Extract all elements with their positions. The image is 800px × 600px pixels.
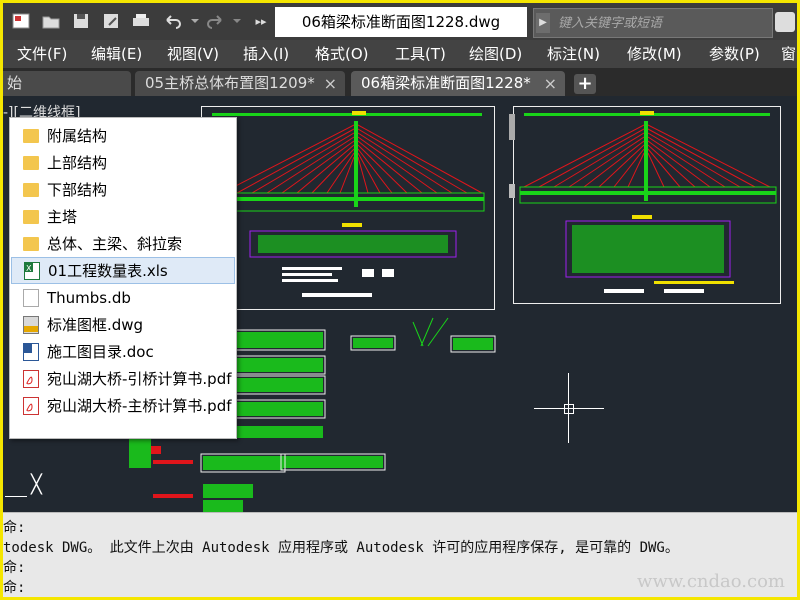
binoculars-icon[interactable]	[775, 12, 795, 32]
menu-insert[interactable]: 插入(I)	[243, 40, 289, 68]
command-line: todesk DWG。 此文件上次由 Autodesk 应用程序或 Autode…	[3, 540, 679, 556]
search-input[interactable]	[554, 9, 772, 37]
file-name: 上部结构	[47, 154, 108, 172]
file-name: 主塔	[47, 208, 78, 226]
command-line: 命:	[3, 580, 26, 596]
file-name: 01工程数量表.xls	[48, 262, 168, 280]
menu-file[interactable]: 文件(F)	[17, 40, 67, 68]
folder-icon	[23, 236, 39, 251]
list-item[interactable]: 主塔	[11, 203, 235, 230]
command-line: 命:	[3, 560, 26, 576]
tab-label: 06箱梁标准断面图1228*	[361, 74, 531, 92]
file-name: 施工图目录.doc	[47, 343, 154, 361]
app-menu-icon[interactable]	[9, 9, 33, 33]
command-history: 命: todesk DWG。 此文件上次由 Autodesk 应用程序或 Aut…	[3, 512, 797, 597]
excel-file-icon: X	[24, 261, 40, 280]
menu-dimension[interactable]: 标注(N)	[547, 40, 600, 68]
list-item[interactable]: 上部结构	[11, 149, 235, 176]
menu-draw[interactable]: 绘图(D)	[469, 40, 522, 68]
tab-label: 05主桥总体布置图1209*	[145, 74, 315, 92]
print-icon[interactable]	[129, 9, 153, 33]
ucs-icon: ╳	[31, 474, 42, 495]
drawing-scroll-handle[interactable]	[509, 184, 515, 198]
list-item[interactable]: 下部结构	[11, 176, 235, 203]
file-list-popup: 附属结构 上部结构 下部结构 主塔 总体、主梁、斜拉索 X 01工程数量表.xl…	[9, 117, 237, 439]
search-box: ▶	[533, 8, 773, 38]
list-item[interactable]: 标准图框.dwg	[11, 311, 235, 338]
dwg-file-icon	[23, 315, 39, 334]
menu-parametric[interactable]: 参数(P)	[709, 40, 760, 68]
folder-icon	[23, 128, 39, 143]
autocad-window: ▸▸ 06箱梁标准断面图1228.dwg ▶ 文件(F) 编辑(E) 视图(V)…	[3, 3, 797, 597]
list-item[interactable]: X 01工程数量表.xls	[11, 257, 235, 284]
crosshair-pickbox	[564, 404, 574, 414]
command-line: 命:	[3, 520, 26, 536]
generic-file-icon	[23, 288, 39, 307]
open-icon[interactable]	[39, 9, 63, 33]
list-item[interactable]: 宛山湖大桥-主桥计算书.pdf	[11, 392, 235, 419]
cable-stayed-bridge-drawing	[519, 111, 777, 293]
search-expand-icon[interactable]: ▶	[536, 13, 550, 33]
menu-window[interactable]: 窗	[781, 40, 796, 68]
undo-icon[interactable]	[161, 9, 185, 33]
menu-view[interactable]: 视图(V)	[167, 40, 219, 68]
redo-icon[interactable]	[203, 9, 227, 33]
svg-text:X: X	[26, 264, 32, 273]
qa-more-icon[interactable]: ▸▸	[249, 9, 273, 33]
menu-bar: 文件(F) 编辑(E) 视图(V) 插入(I) 格式(O) 工具(T) 绘图(D…	[3, 40, 797, 69]
save-icon[interactable]	[69, 9, 93, 33]
word-file-icon	[23, 342, 39, 361]
file-name: 总体、主梁、斜拉索	[47, 235, 183, 253]
file-tab-bar: 始 05主桥总体布置图1209* × 06箱梁标准断面图1228* × +	[3, 68, 797, 96]
close-icon[interactable]: ×	[544, 71, 557, 96]
list-item[interactable]: Thumbs.db	[11, 284, 235, 311]
save-as-icon[interactable]	[99, 9, 123, 33]
file-name: 宛山湖大桥-引桥计算书.pdf	[47, 370, 232, 388]
cable-stayed-bridge-drawing	[212, 111, 485, 297]
menu-modify[interactable]: 修改(M)	[627, 40, 682, 68]
window-title: 06箱梁标准断面图1228.dwg	[275, 7, 527, 37]
list-item[interactable]: 总体、主梁、斜拉索	[11, 230, 235, 257]
drawing-sheet-left	[201, 106, 495, 310]
ucs-icon	[5, 496, 27, 497]
file-name: Thumbs.db	[47, 288, 131, 307]
menu-tools[interactable]: 工具(T)	[395, 40, 446, 68]
menu-format[interactable]: 格式(O)	[315, 40, 369, 68]
file-name: 下部结构	[47, 181, 108, 199]
tab-05-main-bridge[interactable]: 05主桥总体布置图1209* ×	[135, 71, 345, 96]
pdf-file-icon	[23, 396, 39, 415]
tab-start[interactable]: 始	[3, 71, 131, 96]
menu-edit[interactable]: 编辑(E)	[91, 40, 142, 68]
close-icon[interactable]: ×	[324, 71, 337, 96]
tab-06-box-girder[interactable]: 06箱梁标准断面图1228* ×	[351, 71, 565, 96]
tab-label: 始	[7, 74, 23, 92]
drawing-scroll-handle[interactable]	[509, 114, 515, 140]
redo-dropdown-icon[interactable]	[225, 9, 249, 33]
folder-icon	[23, 209, 39, 224]
file-name: 附属结构	[47, 127, 108, 145]
new-tab-button[interactable]: +	[574, 74, 596, 94]
folder-icon	[23, 155, 39, 170]
list-item[interactable]: 附属结构	[11, 122, 235, 149]
file-name: 标准图框.dwg	[47, 316, 144, 334]
pdf-file-icon	[23, 369, 39, 388]
file-name: 宛山湖大桥-主桥计算书.pdf	[47, 397, 232, 415]
folder-icon	[23, 182, 39, 197]
list-item[interactable]: 施工图目录.doc	[11, 338, 235, 365]
title-bar: ▸▸ 06箱梁标准断面图1228.dwg ▶	[3, 3, 797, 40]
list-item[interactable]: 宛山湖大桥-引桥计算书.pdf	[11, 365, 235, 392]
watermark: www.cndao.com	[637, 571, 785, 592]
drawing-sheet-right	[513, 106, 781, 304]
